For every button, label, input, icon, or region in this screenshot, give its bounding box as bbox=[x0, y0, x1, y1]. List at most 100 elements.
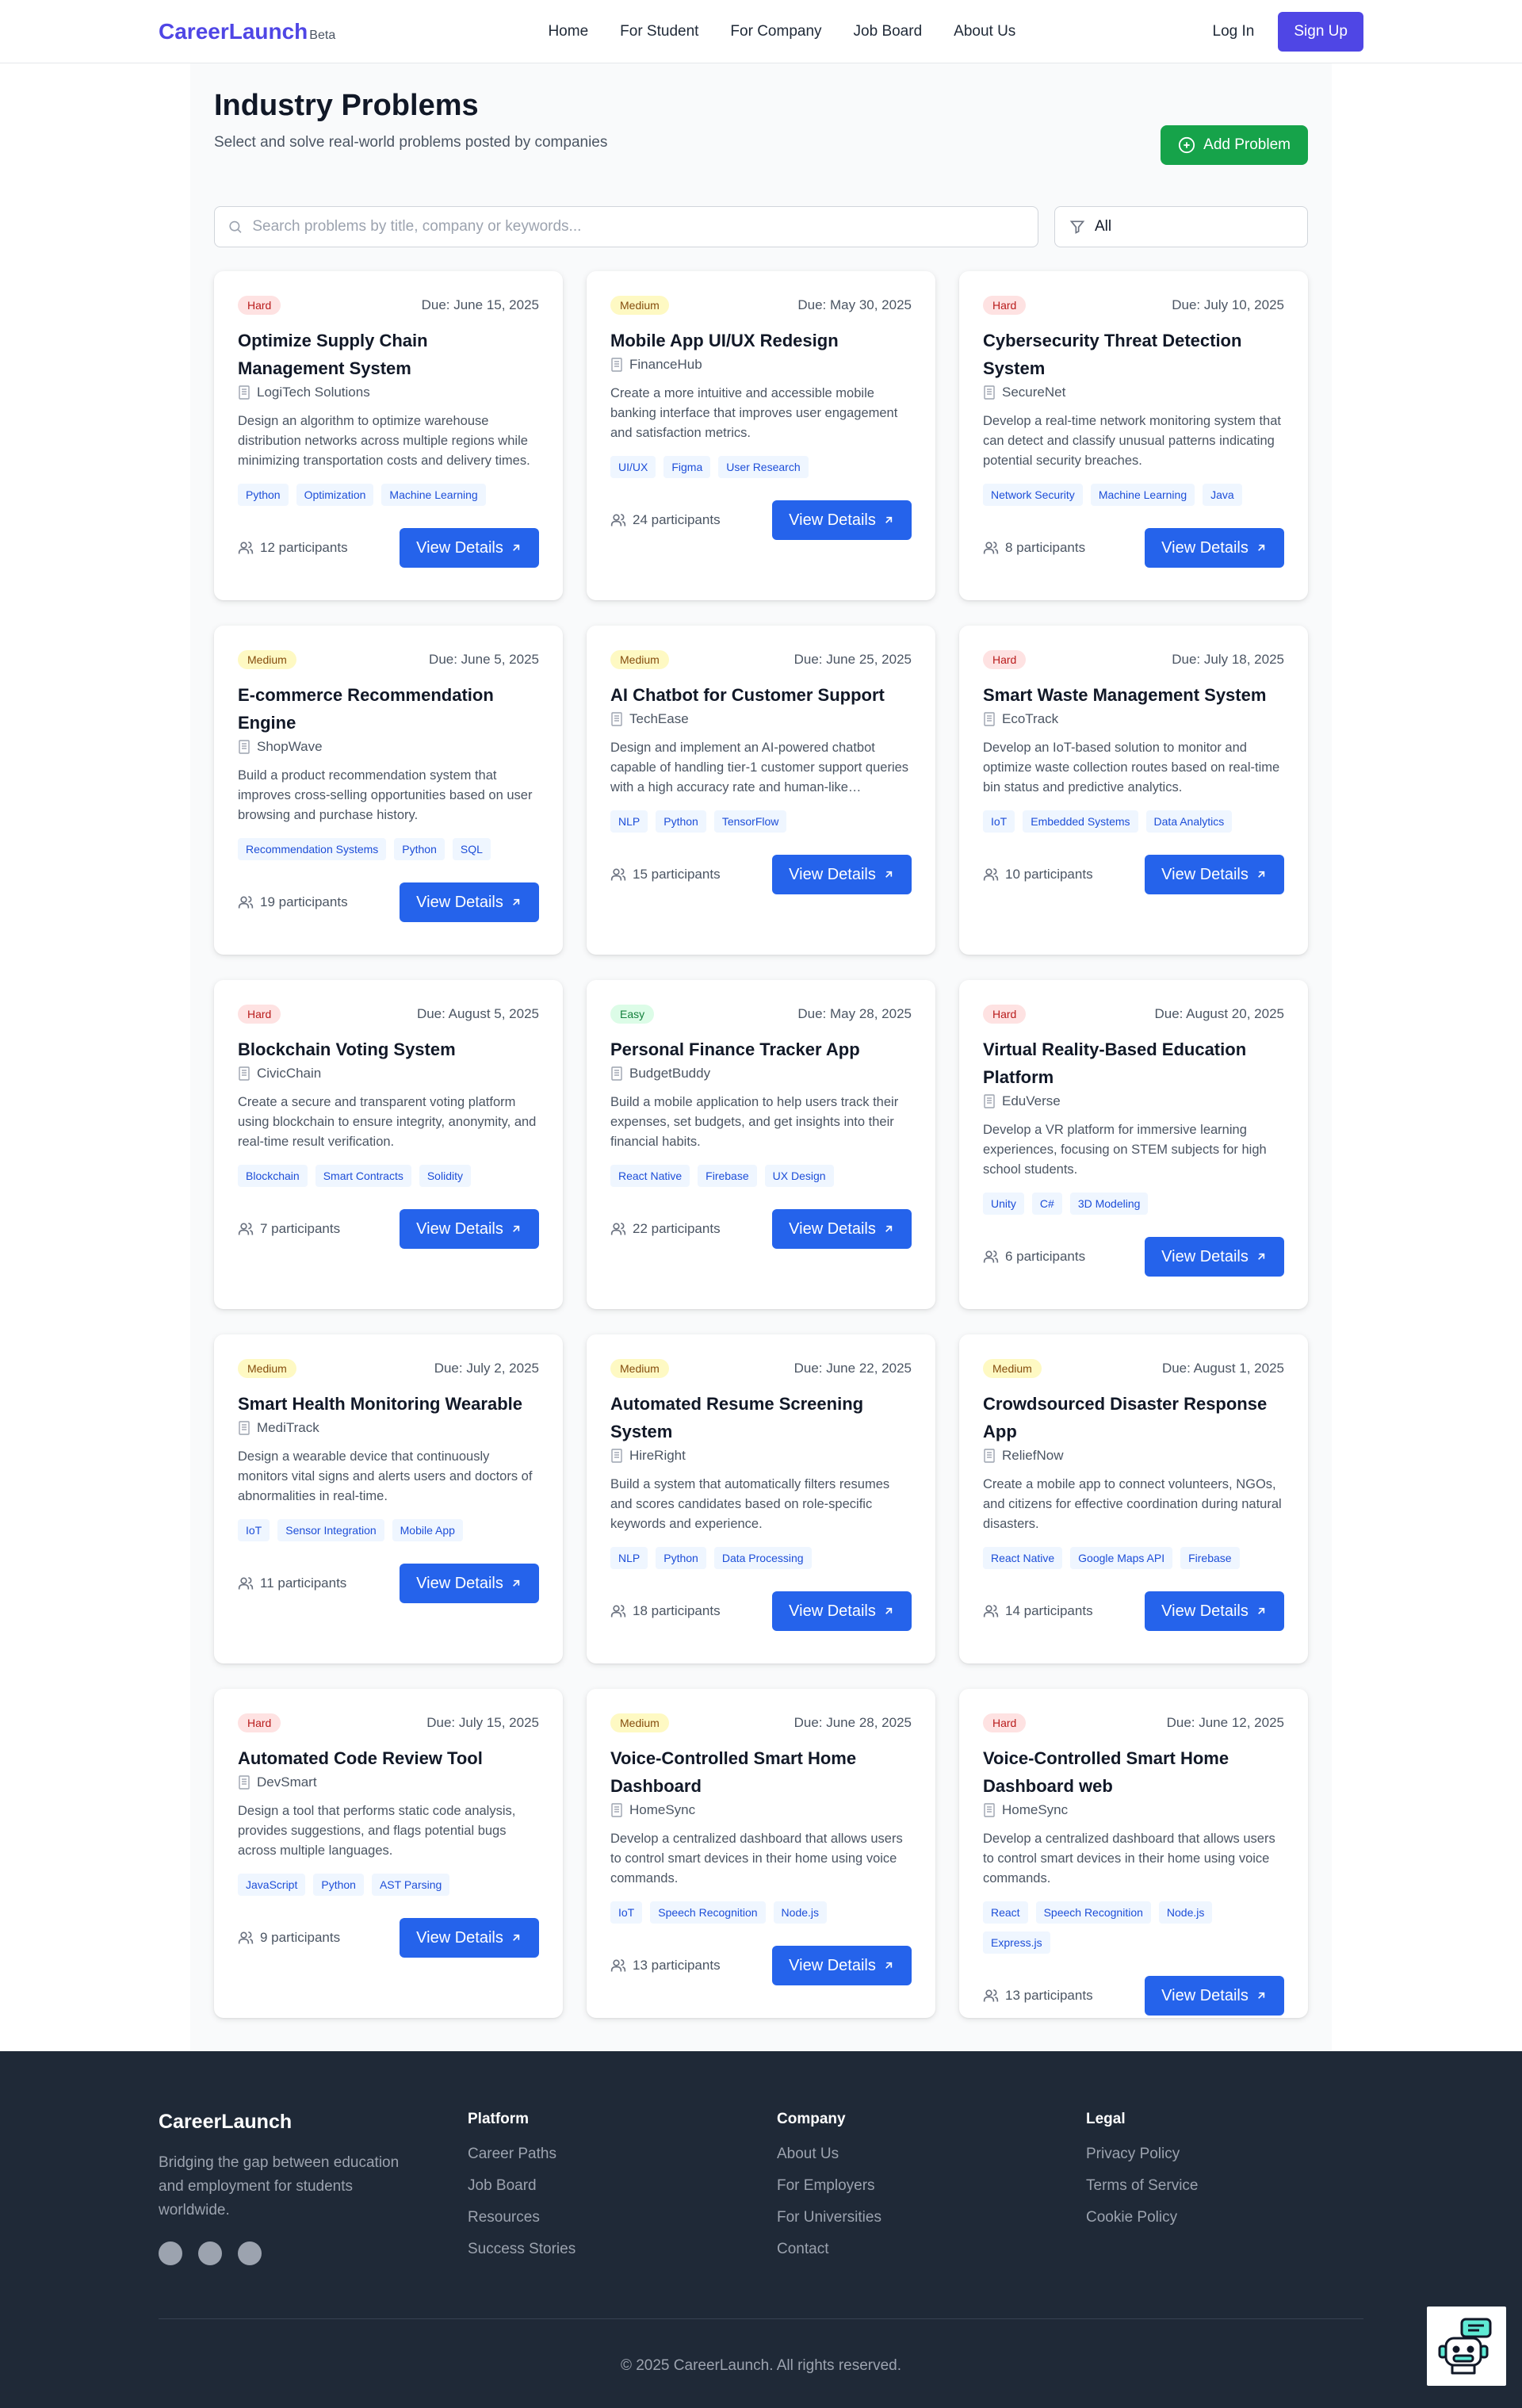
view-details-button[interactable]: View Details bbox=[400, 882, 539, 922]
view-details-button[interactable]: View Details bbox=[772, 855, 912, 894]
social-icon[interactable] bbox=[159, 2241, 182, 2265]
skill-tag: Java bbox=[1203, 484, 1242, 506]
footer-heading-company: Company bbox=[777, 2111, 846, 2127]
social-icon[interactable] bbox=[238, 2241, 262, 2265]
view-details-button[interactable]: View Details bbox=[1145, 855, 1284, 894]
footer-link[interactable]: Success Stories bbox=[468, 2241, 777, 2258]
participants-label: 10 participants bbox=[1005, 867, 1093, 882]
view-details-button[interactable]: View Details bbox=[400, 1564, 539, 1603]
search-icon bbox=[229, 220, 242, 233]
footer-link[interactable]: Career Paths bbox=[468, 2146, 777, 2163]
skill-tags: UI/UX Figma User Research bbox=[610, 456, 912, 478]
signup-button[interactable]: Sign Up bbox=[1278, 12, 1363, 52]
company-row: DevSmart bbox=[238, 1774, 539, 1790]
view-details-button[interactable]: View Details bbox=[400, 528, 539, 568]
footer-link[interactable]: Resources bbox=[468, 2209, 777, 2226]
view-details-button[interactable]: View Details bbox=[400, 1209, 539, 1249]
footer-link[interactable]: About Us bbox=[777, 2146, 1086, 2163]
footer-link[interactable]: For Universities bbox=[777, 2209, 1086, 2226]
participants-label: 24 participants bbox=[633, 512, 721, 527]
company-row: FinanceHub bbox=[610, 357, 912, 373]
difficulty-badge: Hard bbox=[983, 296, 1027, 315]
skill-tag: NLP bbox=[610, 810, 648, 833]
view-details-label: View Details bbox=[1161, 538, 1249, 557]
problem-description: Build a mobile application to help users… bbox=[610, 1095, 899, 1149]
add-problem-label: Add Problem bbox=[1203, 136, 1291, 153]
skill-tag: Firebase bbox=[1180, 1547, 1240, 1569]
nav-for-student[interactable]: For Student bbox=[620, 23, 698, 40]
participants-label: 14 participants bbox=[1005, 1603, 1093, 1618]
nav-job-board[interactable]: Job Board bbox=[854, 23, 923, 40]
skill-tags: React Native Google Maps API Firebase bbox=[983, 1547, 1284, 1569]
top-navbar: CareerLaunch Beta Home For Student For C… bbox=[0, 0, 1522, 63]
add-problem-button[interactable]: Add Problem bbox=[1161, 125, 1308, 165]
participants-count: 24 participants bbox=[610, 512, 721, 528]
company-name: ShopWave bbox=[257, 739, 323, 754]
skill-tag: NLP bbox=[610, 1547, 648, 1569]
problem-card: Medium Due: June 28, 2025 Voice-Controll… bbox=[587, 1689, 935, 2018]
problem-title: Cybersecurity Threat Detection System bbox=[983, 331, 1242, 378]
problem-title: Automated Resume Screening System bbox=[610, 1394, 864, 1441]
arrow-up-right-icon bbox=[1257, 871, 1265, 878]
view-details-button[interactable]: View Details bbox=[1145, 1237, 1284, 1277]
footer-link[interactable]: For Employers bbox=[777, 2177, 1086, 2195]
view-details-button[interactable]: View Details bbox=[772, 500, 912, 540]
view-details-button[interactable]: View Details bbox=[400, 1918, 539, 1958]
difficulty-filter-select[interactable]: All bbox=[1054, 206, 1308, 247]
due-date: Due: June 28, 2025 bbox=[794, 1715, 912, 1730]
building-icon bbox=[611, 712, 622, 726]
arrow-up-right-icon bbox=[1257, 544, 1265, 551]
view-details-button[interactable]: View Details bbox=[772, 1946, 912, 1985]
chatbot-widget-button[interactable] bbox=[1427, 2307, 1506, 2386]
company-row: EduVerse bbox=[983, 1093, 1284, 1109]
view-details-button[interactable]: View Details bbox=[1145, 1976, 1284, 2016]
skill-tags: JavaScript Python AST Parsing bbox=[238, 1874, 539, 1896]
skill-tag: Data Processing bbox=[713, 1547, 812, 1569]
skill-tag: TensorFlow bbox=[713, 810, 787, 833]
footer-heading-platform: Platform bbox=[468, 2111, 530, 2127]
view-details-label: View Details bbox=[416, 538, 503, 557]
skill-tag: Python bbox=[394, 838, 445, 860]
problem-card: Hard Due: June 15, 2025 Optimize Supply … bbox=[214, 271, 563, 600]
view-details-button[interactable]: View Details bbox=[1145, 528, 1284, 568]
footer-link[interactable]: Privacy Policy bbox=[1086, 2146, 1395, 2163]
footer-link[interactable]: Contact bbox=[777, 2241, 1086, 2258]
footer-link[interactable]: Terms of Service bbox=[1086, 2177, 1395, 2195]
problem-description: Develop a centralized dashboard that all… bbox=[983, 1832, 1275, 1885]
skill-tag: Mobile App bbox=[392, 1519, 463, 1541]
chatbot-icon bbox=[1438, 2318, 1492, 2375]
difficulty-badge: Hard bbox=[238, 1005, 281, 1024]
view-details-button[interactable]: View Details bbox=[1145, 1591, 1284, 1631]
skill-tags: Network Security Machine Learning Java bbox=[983, 484, 1284, 506]
search-box bbox=[214, 206, 1038, 247]
company-name: BudgetBuddy bbox=[629, 1066, 711, 1081]
skill-tag: Machine Learning bbox=[381, 484, 486, 506]
participants-count: 11 participants bbox=[238, 1575, 346, 1591]
problem-description: Develop a real-time network monitoring s… bbox=[983, 414, 1281, 468]
copyright-text: © 2025 CareerLaunch. All rights reserved… bbox=[620, 2357, 902, 2374]
nav-for-company[interactable]: For Company bbox=[730, 23, 821, 40]
search-input[interactable] bbox=[252, 218, 1025, 235]
skill-tag: IoT bbox=[238, 1519, 270, 1541]
skill-tags: NLP Python TensorFlow bbox=[610, 810, 912, 833]
view-details-button[interactable]: View Details bbox=[772, 1591, 912, 1631]
participants-label: 8 participants bbox=[1005, 540, 1086, 555]
nav-about-us[interactable]: About Us bbox=[954, 23, 1015, 40]
footer-link[interactable]: Cookie Policy bbox=[1086, 2209, 1395, 2226]
problem-card: Medium Due: June 5, 2025 E-commerce Reco… bbox=[214, 626, 563, 955]
login-link[interactable]: Log In bbox=[1213, 23, 1255, 40]
participants-label: 13 participants bbox=[633, 1958, 721, 1973]
social-icon[interactable] bbox=[198, 2241, 222, 2265]
footer-link[interactable]: Job Board bbox=[468, 2177, 777, 2195]
users-icon bbox=[610, 514, 626, 526]
company-name: HireRight bbox=[629, 1448, 686, 1463]
brand-logo[interactable]: CareerLaunch Beta bbox=[159, 19, 335, 44]
skill-tag: JavaScript bbox=[238, 1874, 306, 1896]
view-details-label: View Details bbox=[789, 1219, 876, 1238]
nav-home[interactable]: Home bbox=[548, 23, 588, 40]
footer-heading-legal: Legal bbox=[1086, 2111, 1126, 2127]
view-details-button[interactable]: View Details bbox=[772, 1209, 912, 1249]
participants-label: 13 participants bbox=[1005, 1988, 1093, 2003]
company-row: BudgetBuddy bbox=[610, 1066, 912, 1081]
view-details-label: View Details bbox=[1161, 865, 1249, 883]
